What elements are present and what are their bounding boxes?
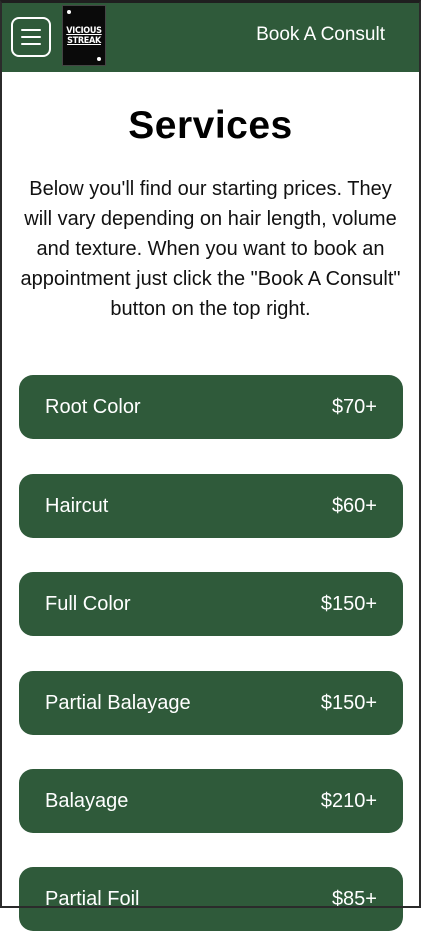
hamburger-menu-icon[interactable] <box>11 17 51 57</box>
service-price: $60+ <box>331 494 377 517</box>
service-price: $70+ <box>331 395 377 418</box>
service-price: $85+ <box>331 887 377 910</box>
service-item-haircut[interactable]: Haircut $60+ <box>19 474 403 538</box>
service-price: $210+ <box>320 789 377 812</box>
page-title: Services <box>128 104 293 147</box>
service-name: Haircut <box>45 494 109 517</box>
book-consult-link[interactable]: Book A Consult <box>256 24 385 46</box>
menu-line <box>21 29 41 31</box>
service-name: Partial Foil <box>45 887 140 910</box>
service-item-full-color[interactable]: Full Color $150+ <box>19 572 403 636</box>
logo-dot <box>97 57 101 61</box>
service-item-partial-balayage[interactable]: Partial Balayage $150+ <box>19 671 403 735</box>
brand-logo[interactable]: VICIOUS STREAK <box>62 5 106 66</box>
top-navbar: VICIOUS STREAK Book A Consult <box>0 0 421 72</box>
intro-text: Below you'll find our starting prices. T… <box>20 178 401 320</box>
service-item-root-color[interactable]: Root Color $70+ <box>19 375 403 439</box>
service-price: $150+ <box>320 592 377 615</box>
service-name: Full Color <box>45 592 131 615</box>
logo-dot <box>67 10 71 14</box>
menu-line <box>21 43 41 45</box>
logo-word-2: STREAK <box>67 35 101 46</box>
service-name: Root Color <box>45 395 141 418</box>
service-name: Balayage <box>45 789 129 812</box>
service-name: Partial Balayage <box>45 691 191 714</box>
service-price: $150+ <box>320 691 377 714</box>
logo-word-1: VICIOUS <box>66 25 102 36</box>
service-item-balayage[interactable]: Balayage $210+ <box>19 769 403 833</box>
menu-line <box>21 36 41 38</box>
service-item-partial-foil[interactable]: Partial Foil $85+ <box>19 867 403 931</box>
